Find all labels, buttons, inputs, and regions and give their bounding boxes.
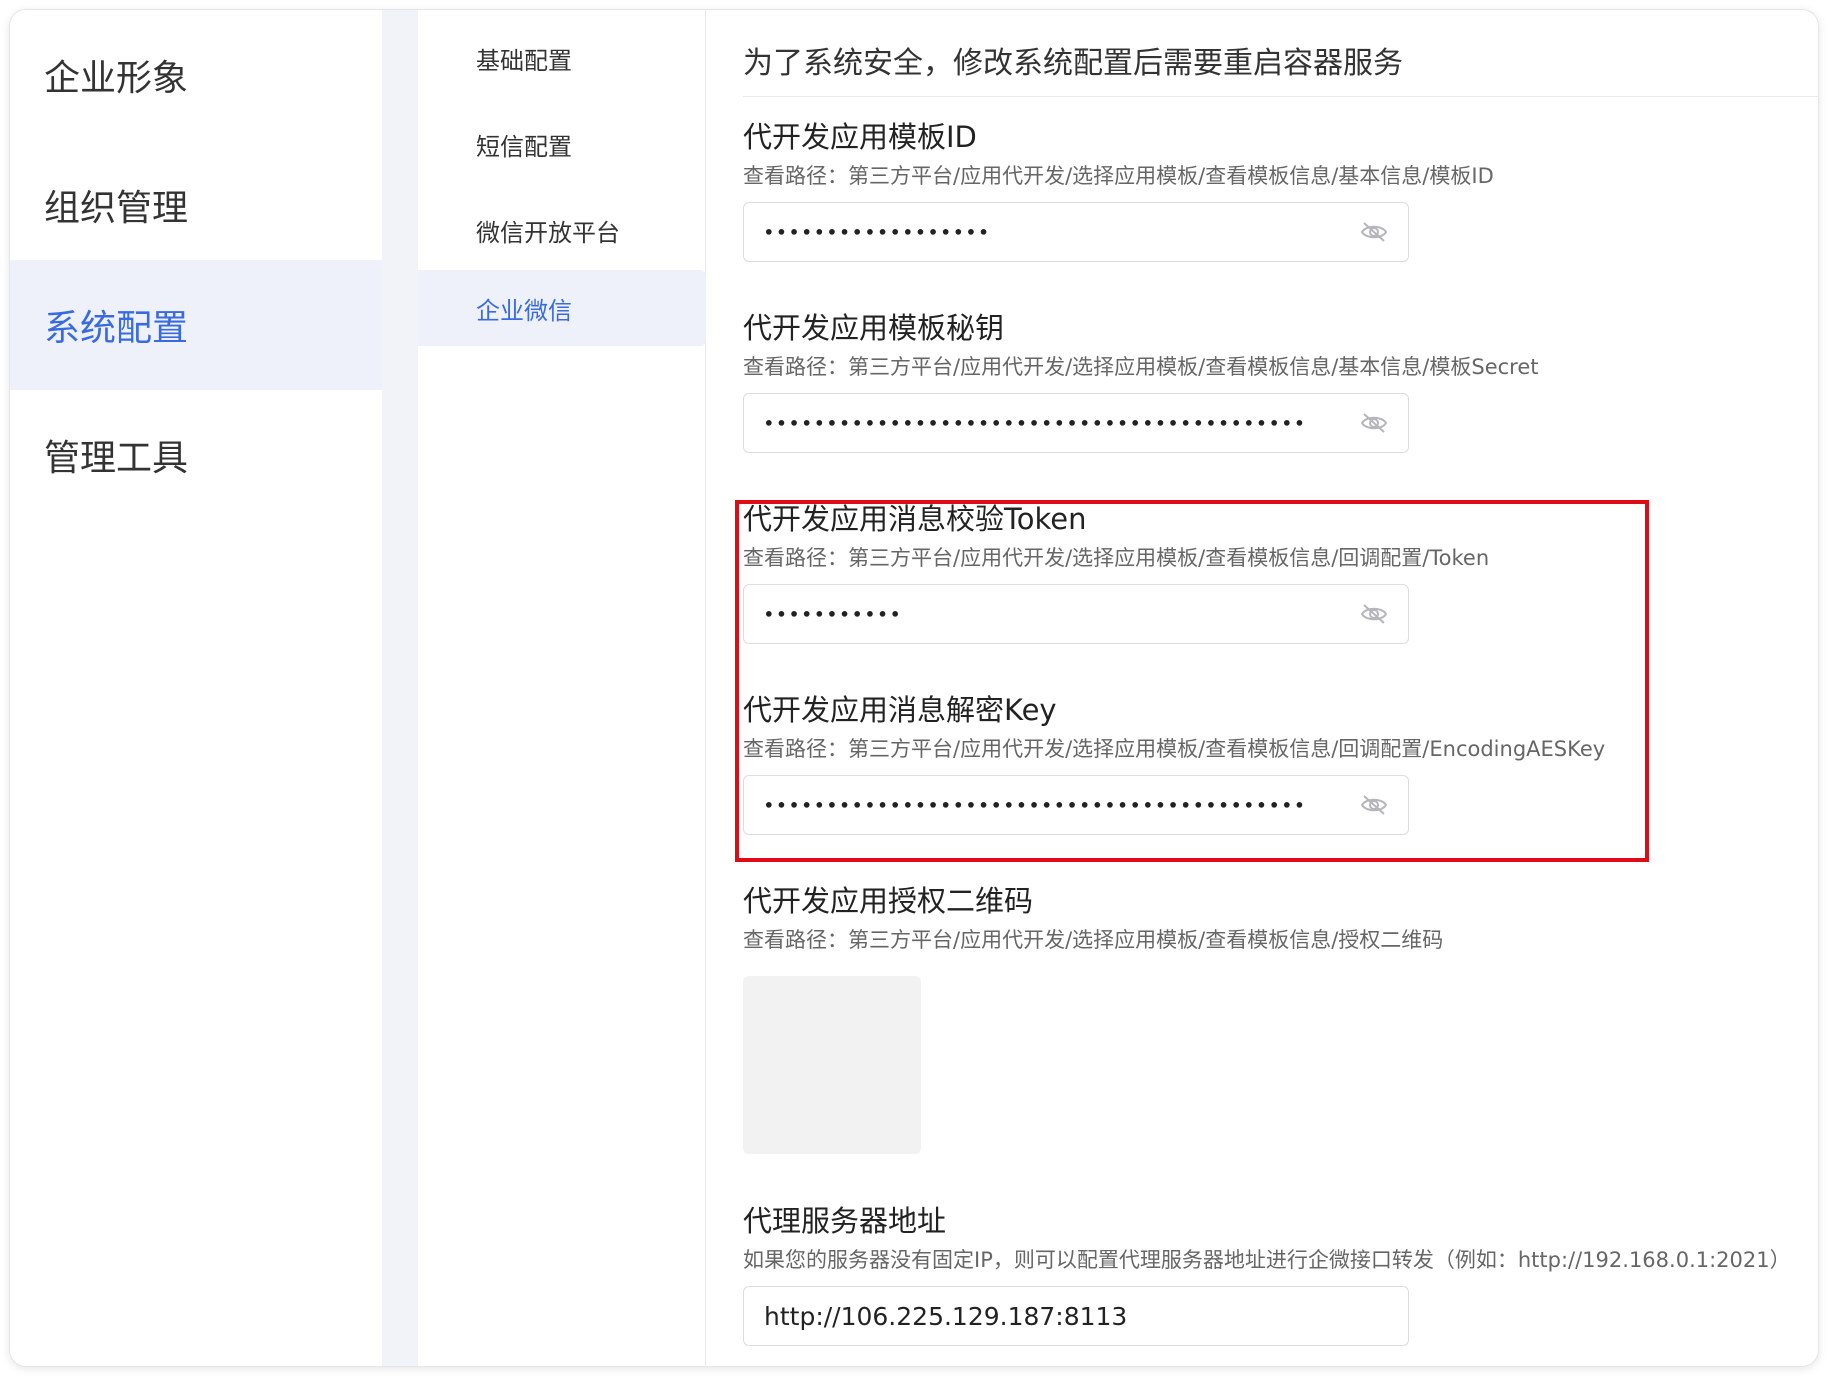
secondary-sidebar: 基础配置 短信配置 微信开放平台 企业微信 bbox=[418, 10, 706, 1366]
settings-panel: 为了系统安全，修改系统配置后需要重启容器服务 代开发应用模板ID 查看路径：第三… bbox=[707, 10, 1818, 1366]
proxy-address-value: http://106.225.129.187:8113 bbox=[764, 1301, 1128, 1331]
eye-off-icon[interactable] bbox=[1360, 603, 1388, 625]
template-secret-path: 查看路径：第三方平台/应用代开发/选择应用模板/查看模板信息/基本信息/模板Se… bbox=[743, 355, 1539, 379]
secondary-nav-item-sms[interactable]: 短信配置 bbox=[418, 106, 706, 182]
masked-value: •••••••••••••••••• bbox=[764, 222, 992, 242]
decrypt-key-title: 代开发应用消息解密Key bbox=[743, 693, 1057, 727]
proxy-address-input[interactable]: http://106.225.129.187:8113 bbox=[743, 1286, 1409, 1346]
auth-qr-title: 代开发应用授权二维码 bbox=[743, 884, 1034, 918]
primary-nav-label: 系统配置 bbox=[44, 308, 189, 349]
template-id-path: 查看路径：第三方平台/应用代开发/选择应用模板/查看模板信息/基本信息/模板ID bbox=[743, 164, 1494, 188]
masked-value: ••••••••••••••••••••••••••••••••••••••••… bbox=[764, 413, 1308, 433]
primary-sidebar: 企业形象 组织管理 系统配置 管理工具 bbox=[10, 10, 382, 1366]
secondary-nav-label: 短信配置 bbox=[476, 132, 572, 161]
decrypt-key-input[interactable]: ••••••••••••••••••••••••••••••••••••••••… bbox=[743, 775, 1409, 835]
template-id-input[interactable]: •••••••••••••••••• bbox=[743, 202, 1409, 262]
primary-nav-item-system-config[interactable]: 系统配置 bbox=[10, 260, 382, 390]
template-secret-title: 代开发应用模板秘钥 bbox=[743, 311, 1005, 345]
masked-value: ••••••••••••••••••••••••••••••••••••••••… bbox=[764, 795, 1308, 815]
secondary-nav-label: 企业微信 bbox=[476, 296, 572, 325]
restart-notice: 为了系统安全，修改系统配置后需要重启容器服务 bbox=[743, 46, 1403, 81]
secondary-nav-item-wecom[interactable]: 企业微信 bbox=[418, 270, 706, 346]
primary-nav-label: 管理工具 bbox=[44, 438, 189, 479]
eye-off-icon[interactable] bbox=[1360, 412, 1388, 434]
masked-value: ••••••••••• bbox=[764, 604, 903, 624]
primary-nav-item-organization[interactable]: 组织管理 bbox=[10, 140, 382, 270]
message-token-input[interactable]: ••••••••••• bbox=[743, 584, 1409, 644]
template-secret-input[interactable]: ••••••••••••••••••••••••••••••••••••••••… bbox=[743, 393, 1409, 453]
proxy-title: 代理服务器地址 bbox=[743, 1204, 947, 1238]
proxy-description: 如果您的服务器没有固定IP，则可以配置代理服务器地址进行企微接口转发（例如：ht… bbox=[743, 1248, 1791, 1272]
message-token-path: 查看路径：第三方平台/应用代开发/选择应用模板/查看模板信息/回调配置/Toke… bbox=[743, 546, 1490, 570]
auth-qr-path: 查看路径：第三方平台/应用代开发/选择应用模板/查看模板信息/授权二维码 bbox=[743, 928, 1444, 952]
secondary-nav-label: 基础配置 bbox=[476, 46, 572, 75]
secondary-nav-item-wechat-open[interactable]: 微信开放平台 bbox=[418, 192, 706, 268]
secondary-nav-label: 微信开放平台 bbox=[476, 218, 620, 247]
primary-nav-label: 企业形象 bbox=[44, 58, 189, 99]
secondary-nav-item-basic[interactable]: 基础配置 bbox=[418, 20, 706, 96]
eye-off-icon[interactable] bbox=[1360, 794, 1388, 816]
eye-off-icon[interactable] bbox=[1360, 221, 1388, 243]
auth-qr-code bbox=[743, 976, 921, 1154]
primary-nav-item-admin-tools[interactable]: 管理工具 bbox=[10, 390, 382, 520]
sidebar-gutter bbox=[382, 10, 418, 1366]
app-window: 企业形象 组织管理 系统配置 管理工具 基础配置 短信配置 微信开放平台 企业微… bbox=[10, 10, 1818, 1366]
primary-nav-item-brand[interactable]: 企业形象 bbox=[10, 10, 382, 140]
message-token-title: 代开发应用消息校验Token bbox=[743, 502, 1087, 536]
divider bbox=[743, 96, 1818, 97]
primary-nav-label: 组织管理 bbox=[44, 188, 189, 229]
template-id-title: 代开发应用模板ID bbox=[743, 120, 977, 154]
decrypt-key-path: 查看路径：第三方平台/应用代开发/选择应用模板/查看模板信息/回调配置/Enco… bbox=[743, 737, 1606, 761]
